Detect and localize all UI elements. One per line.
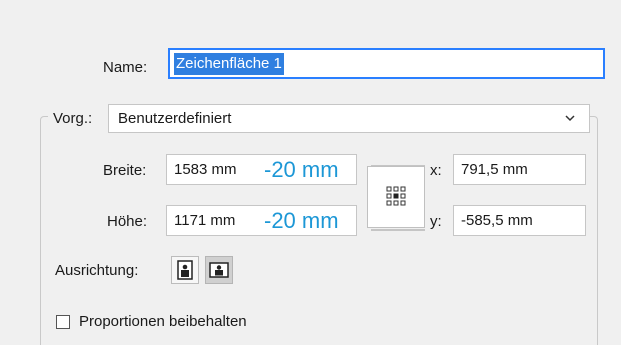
y-input-value: -585,5 mm: [461, 212, 533, 229]
chevron-down-icon: [565, 115, 575, 122]
portrait-orientation-button[interactable]: [171, 256, 199, 284]
width-input-value: 1583 mm: [174, 161, 237, 178]
x-input-value: 791,5 mm: [461, 161, 528, 178]
x-input[interactable]: 791,5 mm: [453, 154, 586, 185]
name-input-value: Zeichenfläche 1: [174, 52, 284, 75]
orientation-label: Ausrichtung:: [55, 262, 139, 279]
x-label: x:: [430, 162, 442, 179]
preset-label: Vorg.:: [53, 110, 93, 127]
y-label: y:: [430, 213, 442, 230]
portrait-icon: [177, 260, 193, 280]
height-label: Höhe:: [107, 213, 148, 230]
height-annotation: -20 mm: [264, 208, 339, 233]
y-input[interactable]: -585,5 mm: [453, 205, 586, 236]
name-label: Name:: [103, 59, 148, 76]
constrain-proportions-label[interactable]: Proportionen beibehalten: [79, 313, 247, 330]
constrain-proportions-checkbox[interactable]: [56, 315, 70, 329]
reference-point-locator[interactable]: [367, 166, 425, 228]
landscape-orientation-button[interactable]: [205, 256, 233, 284]
height-input-value: 1171 mm: [174, 212, 236, 229]
landscape-icon: [209, 262, 229, 278]
preset-selected-value: Benutzerdefiniert: [118, 110, 232, 127]
artboard-options-panel: Name: Zeichenfläche 1 Vorg.: Benutzerdef…: [0, 0, 621, 345]
reference-point-grid-icon: [386, 186, 406, 206]
preset-dropdown[interactable]: Benutzerdefiniert: [108, 104, 590, 133]
width-label: Breite:: [103, 162, 147, 179]
width-annotation: -20 mm: [264, 157, 339, 182]
name-input[interactable]: Zeichenfläche 1: [168, 48, 605, 79]
